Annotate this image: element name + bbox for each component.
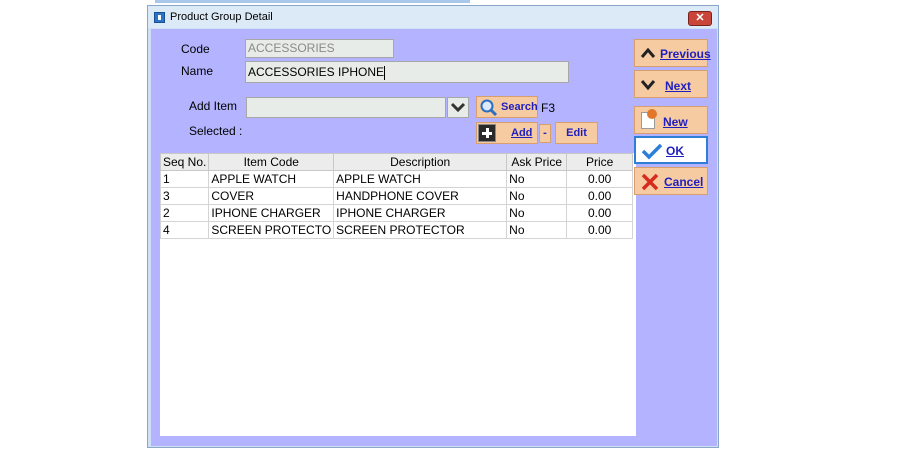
ask-price-cell: No — [506, 170, 568, 188]
checkmark-icon — [641, 143, 663, 160]
items-table: Seq No. Item Code Description Ask Price … — [159, 153, 634, 239]
code-label: Code — [181, 42, 210, 56]
item-code-cell: SCREEN PROTECTO — [208, 221, 335, 239]
code-field[interactable]: ACCESSORIES — [245, 39, 394, 58]
new-button-label: New — [663, 115, 688, 129]
name-label: Name — [181, 64, 214, 78]
add-item-label: Add Item — [189, 99, 238, 113]
description-cell: SCREEN PROTECTOR — [333, 221, 508, 239]
name-field[interactable]: ACCESSORIES IPHONE — [245, 61, 569, 83]
ask-price-cell: No — [506, 187, 568, 205]
product-group-detail-dialog: Product Group Detail ✕ Code ACCESSORIES … — [147, 5, 719, 448]
selected-label: Selected : — [189, 124, 243, 138]
item-code-cell: COVER — [208, 187, 335, 205]
app-icon — [154, 12, 165, 23]
items-grid[interactable]: Seq No. Item Code Description Ask Price … — [159, 153, 636, 436]
text-cursor — [384, 65, 386, 80]
seq-cell: 4 — [159, 221, 210, 239]
combo-dropdown-button[interactable] — [447, 97, 469, 118]
add-button-label: Add — [511, 127, 533, 139]
edit-button[interactable]: Edit — [555, 122, 598, 144]
chevron-up-icon — [640, 47, 656, 58]
name-value: ACCESSORIES IPHONE — [248, 65, 385, 79]
description-cell: APPLE WATCH — [333, 170, 508, 188]
price-cell: 0.00 — [566, 204, 634, 222]
search-icon — [480, 99, 498, 117]
ask-price-cell: No — [506, 204, 568, 222]
search-shortcut: F3 — [541, 101, 556, 115]
column-header-description[interactable]: Description — [333, 153, 508, 171]
cancel-button[interactable]: Cancel — [634, 167, 708, 195]
next-button[interactable]: Next — [634, 70, 708, 98]
ok-button-label: OK — [666, 144, 684, 158]
add-item-combo[interactable] — [246, 97, 446, 118]
previous-button-label: Previous — [660, 47, 711, 61]
ok-button[interactable]: OK — [634, 136, 708, 164]
table-row[interactable]: 4 SCREEN PROTECTO SCREEN PROTECTOR No 0.… — [159, 221, 634, 239]
next-button-label: Next — [665, 79, 692, 93]
seq-cell: 3 — [159, 187, 210, 205]
cancel-x-icon — [641, 173, 659, 191]
add-button[interactable]: Add — [476, 122, 538, 144]
price-cell: 0.00 — [566, 170, 634, 188]
seq-cell: 1 — [159, 170, 210, 188]
chevron-down-icon — [640, 80, 656, 91]
ask-price-cell: No — [506, 221, 568, 239]
cancel-button-label: Cancel — [664, 175, 704, 189]
new-button[interactable]: New — [634, 106, 708, 134]
search-button-label: Search — [501, 101, 538, 113]
column-header-seq[interactable]: Seq No. — [159, 153, 210, 171]
item-code-cell: APPLE WATCH — [208, 170, 335, 188]
table-header-row: Seq No. Item Code Description Ask Price … — [159, 153, 634, 171]
table-row[interactable]: 2 IPHONE CHARGER IPHONE CHARGER No 0.00 — [159, 204, 634, 222]
title-bar: Product Group Detail ✕ — [148, 6, 718, 28]
close-button[interactable]: ✕ — [688, 11, 712, 26]
previous-button[interactable]: Previous — [634, 39, 711, 67]
table-row[interactable]: 1 APPLE WATCH APPLE WATCH No 0.00 — [159, 170, 634, 188]
chevron-down-icon — [450, 102, 466, 113]
price-cell: 0.00 — [566, 187, 634, 205]
column-header-ask-price[interactable]: Ask Price — [506, 153, 568, 171]
column-header-price[interactable]: Price — [566, 153, 634, 171]
price-cell: 0.00 — [566, 221, 634, 239]
window-title: Product Group Detail — [170, 11, 273, 23]
column-header-item-code[interactable]: Item Code — [208, 153, 335, 171]
item-code-cell: IPHONE CHARGER — [208, 204, 335, 222]
remove-button[interactable]: - — [539, 124, 551, 143]
table-row[interactable]: 3 COVER HANDPHONE COVER No 0.00 — [159, 187, 634, 205]
seq-cell: 2 — [159, 204, 210, 222]
search-button[interactable]: Search — [476, 96, 538, 118]
plus-icon — [478, 124, 496, 142]
dialog-body: Code ACCESSORIES Name ACCESSORIES IPHONE… — [151, 29, 717, 446]
description-cell: HANDPHONE COVER — [333, 187, 508, 205]
description-cell: IPHONE CHARGER — [333, 204, 508, 222]
background-window-strip — [155, 0, 470, 3]
new-document-icon — [641, 109, 657, 129]
